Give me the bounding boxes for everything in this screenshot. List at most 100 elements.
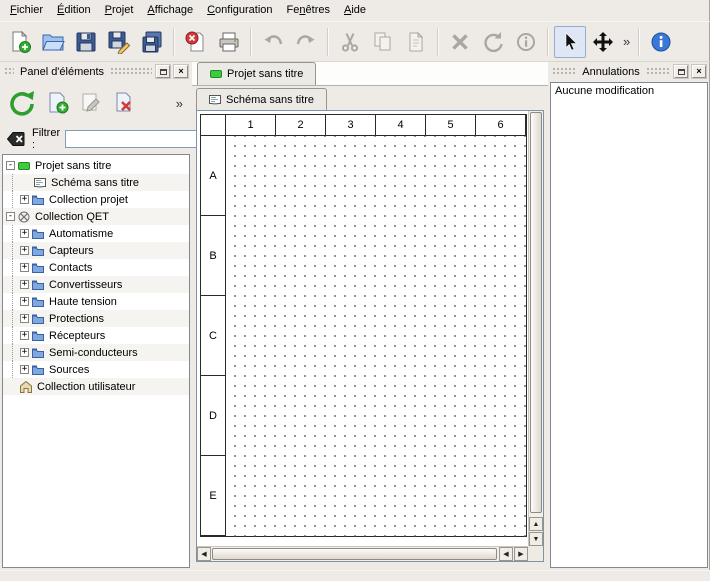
edit-element-button[interactable] <box>78 90 104 116</box>
tree-item-project[interactable]: - Projet sans titre <box>3 157 189 174</box>
elements-panel-toolbar: » <box>0 80 192 126</box>
tree-guide <box>12 344 13 361</box>
reload-collections-button[interactable] <box>6 87 38 119</box>
expand-icon[interactable]: + <box>20 297 29 306</box>
about-button[interactable] <box>645 26 677 58</box>
scroll-left-button-2[interactable]: ◀ <box>499 547 513 561</box>
scroll-left-button[interactable]: ◀ <box>197 547 211 561</box>
tree-item-collection-qet[interactable]: - Collection QET <box>3 208 189 225</box>
paste-button[interactable] <box>400 26 432 58</box>
save-all-button[interactable] <box>136 26 168 58</box>
elements-panel-titlebar[interactable]: Panel d'éléments × <box>2 63 190 80</box>
scroll-right-button[interactable]: ▶ <box>514 547 528 561</box>
save-as-icon <box>107 30 131 54</box>
clear-filter-button[interactable] <box>5 128 27 150</box>
toolbar-overflow-chevron[interactable]: » <box>620 34 633 49</box>
close-icon: × <box>696 67 701 76</box>
undo-panel-titlebar[interactable]: Annulations × <box>550 63 708 80</box>
toolbar-separator <box>547 28 549 56</box>
scroll-down-button[interactable]: ▼ <box>529 532 543 546</box>
menu-affichage[interactable]: Affichage <box>140 1 200 20</box>
float-panel-button[interactable] <box>674 65 688 78</box>
tree-item-diagram[interactable]: Schéma sans titre <box>3 174 189 191</box>
arrow-left-icon: ◀ <box>201 551 206 558</box>
tree-item-collection-utilisateur[interactable]: Collection utilisateur <box>3 378 189 395</box>
filter-label: Filtrer : <box>32 127 60 151</box>
panel-toolbar-overflow-chevron[interactable]: » <box>173 96 186 111</box>
new-document-button[interactable] <box>4 26 36 58</box>
collapse-icon[interactable]: - <box>6 161 15 170</box>
diagram-tab[interactable]: Schéma sans titre <box>196 88 327 110</box>
column-header: 4 <box>376 115 426 136</box>
tree-item-semi-conducteurs[interactable]: + Semi-conducteurs <box>3 344 189 361</box>
column-header: 5 <box>426 115 476 136</box>
close-file-button[interactable] <box>180 26 212 58</box>
delete-button[interactable] <box>444 26 476 58</box>
vertical-scrollbar-thumb[interactable] <box>530 112 542 513</box>
tree-item-haute-tension[interactable]: + Haute tension <box>3 293 189 310</box>
expand-icon[interactable]: + <box>20 229 29 238</box>
tree-item-recepteurs[interactable]: + Récepteurs <box>3 327 189 344</box>
save-button[interactable] <box>70 26 102 58</box>
collapse-icon[interactable]: - <box>6 212 15 221</box>
expand-icon[interactable]: + <box>20 314 29 323</box>
save-as-button[interactable] <box>103 26 135 58</box>
tree-item-collection-projet[interactable]: + Collection projet <box>3 191 189 208</box>
menu-edition[interactable]: Édition <box>50 1 98 20</box>
tree-item-automatisme[interactable]: + Automatisme <box>3 225 189 242</box>
home-icon <box>20 381 32 393</box>
row-header: D <box>201 376 226 456</box>
menu-aide[interactable]: Aide <box>337 1 373 20</box>
folder-icon <box>32 313 44 325</box>
redo-button[interactable] <box>290 26 322 58</box>
diagram-sheet[interactable]: 1 2 3 4 5 6 A B C D E <box>200 114 527 537</box>
undo-button[interactable] <box>257 26 289 58</box>
tree-item-convertisseurs[interactable]: + Convertisseurs <box>3 276 189 293</box>
float-panel-button[interactable] <box>156 65 170 78</box>
close-panel-button[interactable]: × <box>174 65 188 78</box>
element-info-button[interactable] <box>510 26 542 58</box>
open-project-button[interactable] <box>37 26 69 58</box>
workspace: Projet sans titre Schéma sans titre 1 2 … <box>192 62 548 570</box>
print-button[interactable] <box>213 26 245 58</box>
copy-icon <box>371 30 395 54</box>
expand-icon[interactable]: + <box>20 365 29 374</box>
scroll-up-button[interactable]: ▲ <box>529 517 543 531</box>
copy-button[interactable] <box>367 26 399 58</box>
expand-icon[interactable]: + <box>20 280 29 289</box>
horizontal-scrollbar-thumb[interactable] <box>212 548 497 560</box>
project-tab-label: Projet sans titre <box>227 68 303 80</box>
expand-icon[interactable]: + <box>20 263 29 272</box>
menu-configuration[interactable]: Configuration <box>200 1 279 20</box>
project-tab[interactable]: Projet sans titre <box>197 62 316 85</box>
diagram-grid-area[interactable] <box>226 136 527 537</box>
folder-icon <box>32 364 44 376</box>
clear-filter-icon <box>6 129 26 149</box>
undo-history-list[interactable]: Aucune modification <box>550 82 708 568</box>
tree-item-sources[interactable]: + Sources <box>3 361 189 378</box>
rotate-icon <box>481 30 505 54</box>
vertical-scrollbar[interactable]: ▲ ▼ <box>528 111 543 546</box>
menu-fenetres[interactable]: Fenêtres <box>280 1 337 20</box>
menu-projet[interactable]: Projet <box>98 1 141 20</box>
tree-guide <box>12 225 13 242</box>
selection-mode-button[interactable] <box>554 26 586 58</box>
move-mode-button[interactable] <box>587 26 619 58</box>
menu-fichier[interactable]: Fichier <box>3 1 50 20</box>
cut-button[interactable] <box>334 26 366 58</box>
expand-icon[interactable]: + <box>20 348 29 357</box>
elements-panel-title: Panel d'éléments <box>18 66 106 78</box>
expand-icon[interactable]: + <box>20 331 29 340</box>
rotate-button[interactable] <box>477 26 509 58</box>
expand-icon[interactable]: + <box>20 195 29 204</box>
close-panel-button[interactable]: × <box>692 65 706 78</box>
diagram-view[interactable]: 1 2 3 4 5 6 A B C D E ▲ ▼ ◀ ◀ <box>196 110 544 562</box>
expand-icon[interactable]: + <box>20 246 29 255</box>
tree-item-protections[interactable]: + Protections <box>3 310 189 327</box>
new-element-button[interactable] <box>45 90 71 116</box>
tree-item-capteurs[interactable]: + Capteurs <box>3 242 189 259</box>
tree-item-label: Automatisme <box>47 228 115 240</box>
delete-element-button[interactable] <box>111 90 137 116</box>
tree-item-contacts[interactable]: + Contacts <box>3 259 189 276</box>
horizontal-scrollbar[interactable]: ◀ ◀ ▶ <box>197 546 528 561</box>
